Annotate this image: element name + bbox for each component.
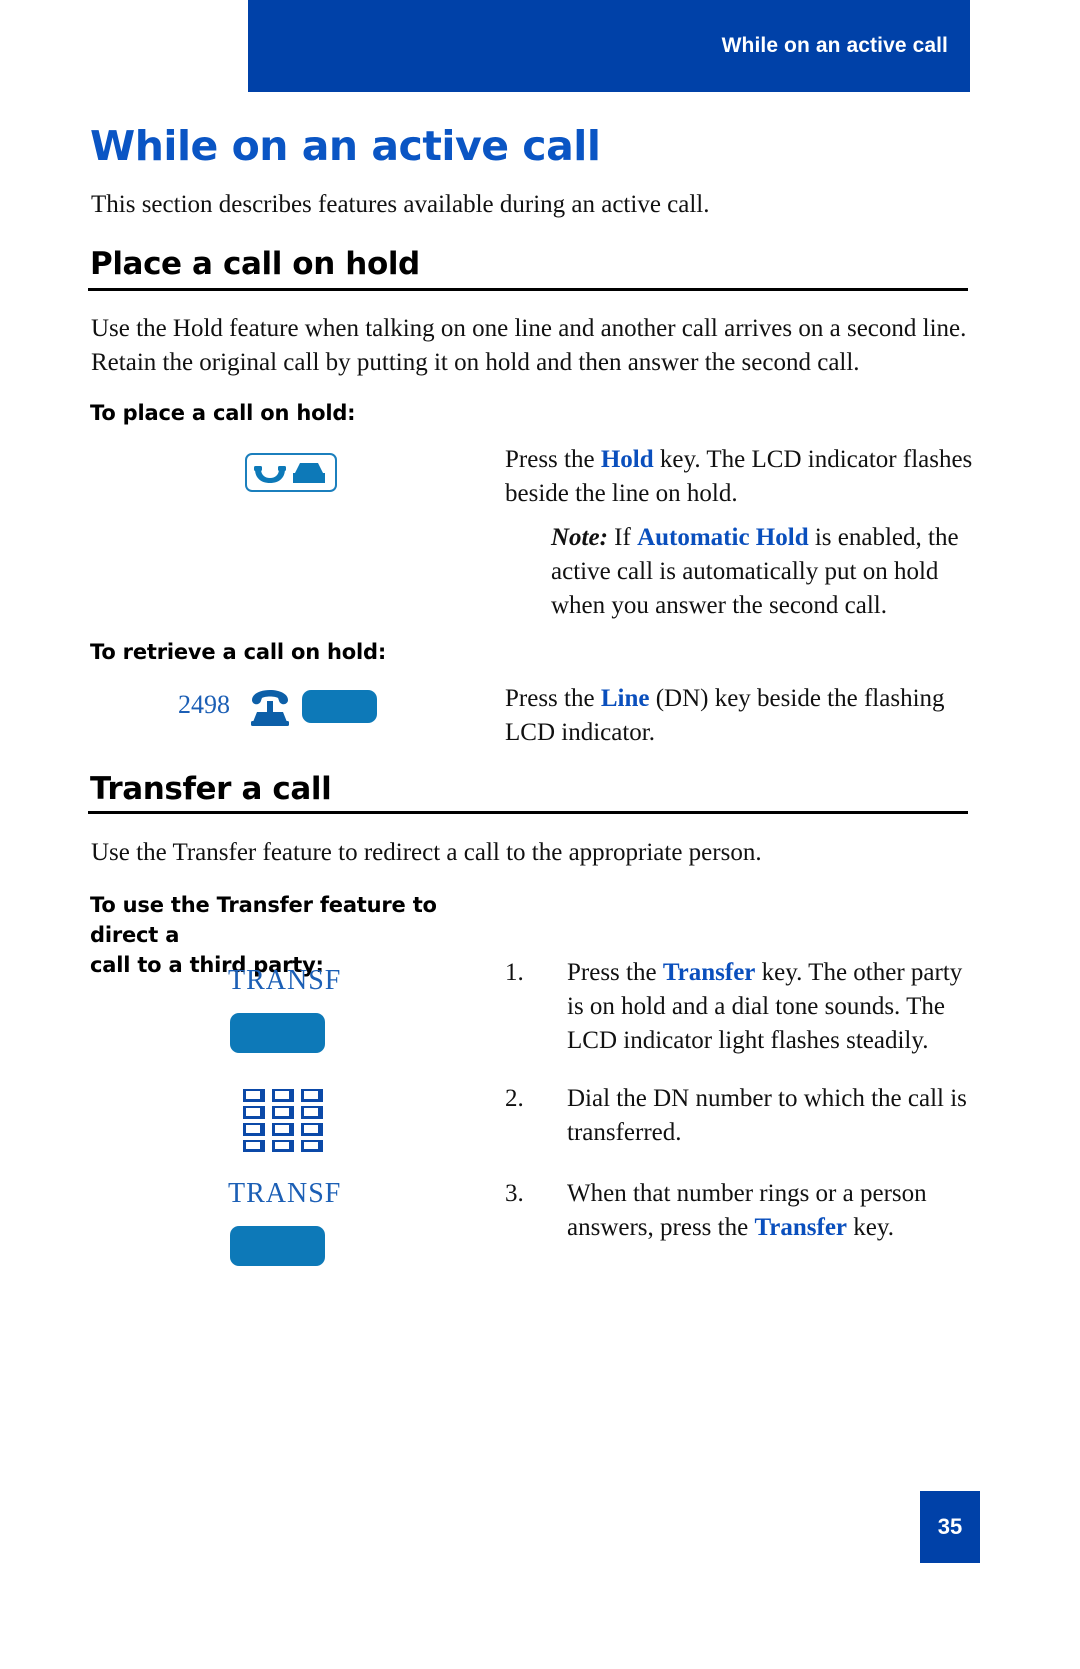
- line-instruction-text: Press the Line (DN) key beside the flash…: [505, 682, 977, 750]
- transf-key-label-2: TRANSF: [228, 1178, 342, 1209]
- page-number-box: 35: [920, 1491, 980, 1563]
- hold-note-text: Note: If Automatic Hold is enabled, the …: [551, 521, 976, 623]
- hold-instruction-pre: Press the: [505, 446, 601, 473]
- line-instruction-pre: Press the: [505, 685, 601, 712]
- transfer-key-link-1: Transfer: [662, 959, 756, 986]
- line-key-link: Line: [600, 685, 650, 712]
- hold-key-link: Hold: [600, 446, 654, 473]
- section-1-body: Use the Hold feature when talking on one…: [91, 315, 967, 376]
- step-1-pre: Press the: [567, 959, 663, 986]
- line-key-illustration: 2498: [178, 688, 498, 732]
- page-number: 35: [937, 1514, 963, 1539]
- subheading-to-place-a-call-on-hold: To place a call on hold:: [90, 401, 356, 425]
- document-page: While on an active call While on an acti…: [0, 0, 1080, 1669]
- section-heading-place-a-call-on-hold: Place a call on hold: [90, 246, 420, 282]
- subheading-to-retrieve-a-call-on-hold: To retrieve a call on hold:: [90, 640, 387, 664]
- step-text-1: Press the Transfer key. The other party …: [567, 956, 975, 1058]
- page-title: While on an active call: [90, 122, 601, 170]
- dialpad-icon: [243, 1089, 323, 1152]
- step-text-3: When that number rings or a person answe…: [567, 1177, 975, 1245]
- hold-instruction-text: Press the Hold key. The LCD indicator fl…: [505, 443, 975, 511]
- step-item-2: 2. Dial the DN number to which the call …: [505, 1082, 975, 1150]
- note-pre: If: [607, 524, 638, 551]
- step-2-pre: Dial the DN number to which the call is …: [567, 1085, 967, 1146]
- step-3-post: key.: [847, 1214, 895, 1241]
- section-heading-transfer-a-call: Transfer a call: [90, 771, 332, 807]
- line-key-button: [302, 690, 377, 723]
- step-number-2: 2.: [505, 1085, 524, 1112]
- transf-key-label-1: TRANSF: [228, 965, 342, 996]
- intro-paragraph: This section describes features availabl…: [91, 191, 710, 218]
- running-header-title: While on an active call: [721, 34, 948, 57]
- transfer-key-link-2: Transfer: [754, 1214, 848, 1241]
- hold-key-icon: [245, 453, 337, 492]
- section-2-body: Use the Transfer feature to redirect a c…: [91, 839, 762, 866]
- step-number-1: 1.: [505, 959, 524, 986]
- subheading-transfer-line-1: To use the Transfer feature to direct a: [90, 893, 437, 947]
- section-rule-1: [88, 288, 968, 291]
- step-item-1: 1. Press the Transfer key. The other par…: [505, 956, 975, 1058]
- dn-number-label: 2498: [178, 690, 230, 719]
- telephone-icon: [248, 688, 292, 728]
- step-text-2: Dial the DN number to which the call is …: [567, 1082, 975, 1150]
- automatic-hold-link: Automatic Hold: [637, 524, 809, 551]
- section-rule-2: [88, 811, 968, 814]
- step-number-3: 3.: [505, 1180, 524, 1207]
- transfer-key-button-2: [230, 1226, 325, 1266]
- note-label: Note:: [551, 524, 608, 551]
- step-item-3: 3. When that number rings or a person an…: [505, 1177, 975, 1245]
- transfer-key-button-1: [230, 1013, 325, 1053]
- running-header-band: While on an active call: [248, 0, 970, 92]
